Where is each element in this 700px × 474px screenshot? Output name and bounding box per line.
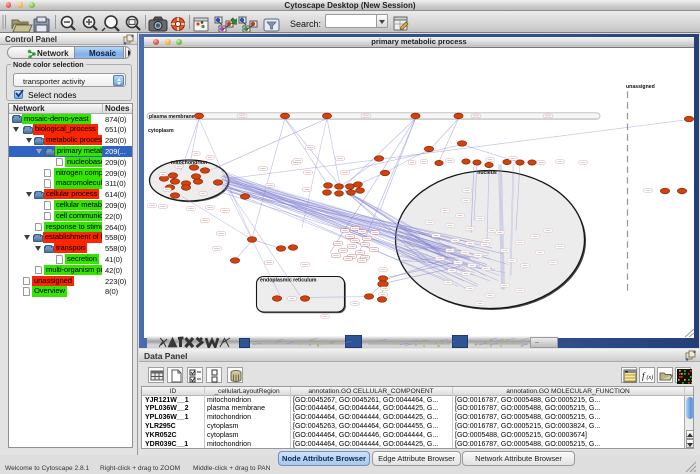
svg-text:nucleus: nucleus (477, 170, 497, 176)
svg-text:Search:: Search: (290, 19, 321, 29)
svg-text:endoplasmic reticulum: endoplasmic reticulum (260, 277, 317, 283)
svg-text:unassigned: unassigned (626, 84, 655, 90)
svg-text:plasma membrane: plasma membrane (149, 113, 195, 119)
svg-text:cytoplasm: cytoplasm (148, 128, 174, 134)
svg-text:f: f (642, 371, 646, 381)
svg-text:(x): (x) (647, 374, 654, 381)
